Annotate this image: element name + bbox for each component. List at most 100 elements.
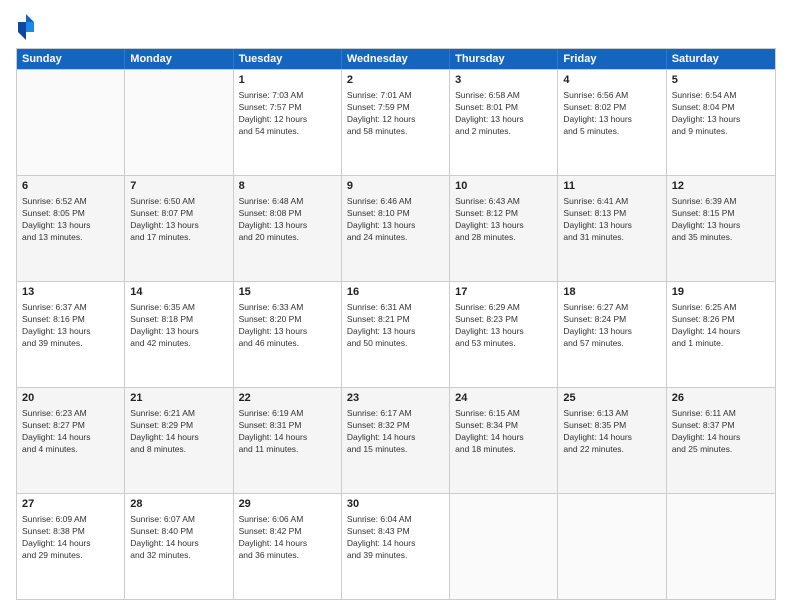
cal-cell: 11 Sunrise: 6:41 AM Sunset: 8:13 PM Dayli… xyxy=(558,176,666,281)
cal-cell: 27 Sunrise: 6:09 AM Sunset: 8:38 PM Dayli… xyxy=(17,494,125,599)
cal-cell: 22 Sunrise: 6:19 AM Sunset: 8:31 PM Dayli… xyxy=(234,388,342,493)
cell-day-number: 4 xyxy=(563,73,660,88)
cell-day-number: 13 xyxy=(22,285,119,300)
cal-cell: 10Sunrise: 6:43 AM Sunset: 8:12 PM Dayli… xyxy=(450,176,558,281)
cal-cell xyxy=(450,494,558,599)
cell-day-number: 27 xyxy=(22,497,119,512)
cal-cell: 30 Sunrise: 6:04 AM Sunset: 8:43 PM Dayli… xyxy=(342,494,450,599)
cell-day-number: 24 xyxy=(455,391,552,406)
cell-info: Sunrise: 6:31 AM Sunset: 8:21 PM Dayligh… xyxy=(347,302,444,350)
cell-day-number: 6 xyxy=(22,179,119,194)
cal-cell: 13 Sunrise: 6:37 AM Sunset: 8:16 PM Dayli… xyxy=(17,282,125,387)
cell-day-number: 20 xyxy=(22,391,119,406)
cal-cell: 4 Sunrise: 6:56 AM Sunset: 8:02 PM Daylig… xyxy=(558,70,666,175)
cell-day-number: 16 xyxy=(347,285,444,300)
cell-day-number: 11 xyxy=(563,179,660,194)
cell-day-number: 19 xyxy=(672,285,770,300)
logo-icon xyxy=(16,12,36,40)
header-day-monday: Monday xyxy=(125,49,233,69)
cell-info: Sunrise: 6:52 AM Sunset: 8:05 PM Dayligh… xyxy=(22,196,119,244)
cell-info: Sunrise: 6:21 AM Sunset: 8:29 PM Dayligh… xyxy=(130,408,227,456)
header-day-saturday: Saturday xyxy=(667,49,775,69)
cell-info: Sunrise: 6:43 AM Sunset: 8:12 PM Dayligh… xyxy=(455,196,552,244)
cell-info: Sunrise: 6:50 AM Sunset: 8:07 PM Dayligh… xyxy=(130,196,227,244)
cell-day-number: 5 xyxy=(672,73,770,88)
logo xyxy=(16,12,38,40)
cell-info: Sunrise: 6:56 AM Sunset: 8:02 PM Dayligh… xyxy=(563,90,660,138)
cell-day-number: 29 xyxy=(239,497,336,512)
cell-day-number: 30 xyxy=(347,497,444,512)
cal-cell: 21 Sunrise: 6:21 AM Sunset: 8:29 PM Dayli… xyxy=(125,388,233,493)
cal-cell: 3 Sunrise: 6:58 AM Sunset: 8:01 PM Daylig… xyxy=(450,70,558,175)
cell-info: Sunrise: 6:11 AM Sunset: 8:37 PM Dayligh… xyxy=(672,408,770,456)
cell-info: Sunrise: 7:03 AM Sunset: 7:57 PM Dayligh… xyxy=(239,90,336,138)
cal-cell: 24Sunrise: 6:15 AM Sunset: 8:34 PM Dayli… xyxy=(450,388,558,493)
calendar: SundayMondayTuesdayWednesdayThursdayFrid… xyxy=(16,48,776,600)
cal-cell: 14 Sunrise: 6:35 AM Sunset: 8:18 PM Dayli… xyxy=(125,282,233,387)
calendar-body: 1 Sunrise: 7:03 AM Sunset: 7:57 PM Daylig… xyxy=(17,69,775,599)
header-day-sunday: Sunday xyxy=(17,49,125,69)
cell-day-number: 22 xyxy=(239,391,336,406)
cal-cell: 28 Sunrise: 6:07 AM Sunset: 8:40 PM Dayli… xyxy=(125,494,233,599)
cell-info: Sunrise: 6:07 AM Sunset: 8:40 PM Dayligh… xyxy=(130,514,227,562)
cell-info: Sunrise: 6:17 AM Sunset: 8:32 PM Dayligh… xyxy=(347,408,444,456)
header-day-wednesday: Wednesday xyxy=(342,49,450,69)
cal-cell: 25 Sunrise: 6:13 AM Sunset: 8:35 PM Dayli… xyxy=(558,388,666,493)
cell-info: Sunrise: 6:35 AM Sunset: 8:18 PM Dayligh… xyxy=(130,302,227,350)
cal-cell: 12 Sunrise: 6:39 AM Sunset: 8:15 PM Dayli… xyxy=(667,176,775,281)
cal-cell: 15 Sunrise: 6:33 AM Sunset: 8:20 PM Dayli… xyxy=(234,282,342,387)
cell-day-number: 14 xyxy=(130,285,227,300)
cell-info: Sunrise: 6:37 AM Sunset: 8:16 PM Dayligh… xyxy=(22,302,119,350)
cell-info: Sunrise: 6:25 AM Sunset: 8:26 PM Dayligh… xyxy=(672,302,770,350)
cell-info: Sunrise: 6:54 AM Sunset: 8:04 PM Dayligh… xyxy=(672,90,770,138)
cell-day-number: 9 xyxy=(347,179,444,194)
calendar-header-row: SundayMondayTuesdayWednesdayThursdayFrid… xyxy=(17,49,775,69)
cell-info: Sunrise: 6:48 AM Sunset: 8:08 PM Dayligh… xyxy=(239,196,336,244)
cell-info: Sunrise: 6:04 AM Sunset: 8:43 PM Dayligh… xyxy=(347,514,444,562)
cal-cell: 23 Sunrise: 6:17 AM Sunset: 8:32 PM Dayli… xyxy=(342,388,450,493)
cell-day-number: 2 xyxy=(347,73,444,88)
cal-row-1: 6 Sunrise: 6:52 AM Sunset: 8:05 PM Daylig… xyxy=(17,175,775,281)
cell-day-number: 17 xyxy=(455,285,552,300)
cell-day-number: 1 xyxy=(239,73,336,88)
cal-cell: 26 Sunrise: 6:11 AM Sunset: 8:37 PM Dayli… xyxy=(667,388,775,493)
cal-row-2: 13 Sunrise: 6:37 AM Sunset: 8:16 PM Dayli… xyxy=(17,281,775,387)
cell-day-number: 12 xyxy=(672,179,770,194)
cal-cell: 18 Sunrise: 6:27 AM Sunset: 8:24 PM Dayli… xyxy=(558,282,666,387)
cell-info: Sunrise: 6:46 AM Sunset: 8:10 PM Dayligh… xyxy=(347,196,444,244)
cell-info: Sunrise: 6:41 AM Sunset: 8:13 PM Dayligh… xyxy=(563,196,660,244)
cell-info: Sunrise: 6:33 AM Sunset: 8:20 PM Dayligh… xyxy=(239,302,336,350)
cal-cell xyxy=(125,70,233,175)
cell-day-number: 26 xyxy=(672,391,770,406)
header-day-tuesday: Tuesday xyxy=(234,49,342,69)
cal-cell: 16 Sunrise: 6:31 AM Sunset: 8:21 PM Dayli… xyxy=(342,282,450,387)
cell-info: Sunrise: 6:13 AM Sunset: 8:35 PM Dayligh… xyxy=(563,408,660,456)
cal-cell: 17 Sunrise: 6:29 AM Sunset: 8:23 PM Dayli… xyxy=(450,282,558,387)
cal-row-0: 1 Sunrise: 7:03 AM Sunset: 7:57 PM Daylig… xyxy=(17,69,775,175)
cell-info: Sunrise: 6:27 AM Sunset: 8:24 PM Dayligh… xyxy=(563,302,660,350)
cal-cell: 20Sunrise: 6:23 AM Sunset: 8:27 PM Dayli… xyxy=(17,388,125,493)
cell-day-number: 7 xyxy=(130,179,227,194)
cell-day-number: 21 xyxy=(130,391,227,406)
cell-day-number: 23 xyxy=(347,391,444,406)
cell-day-number: 15 xyxy=(239,285,336,300)
page: SundayMondayTuesdayWednesdayThursdayFrid… xyxy=(0,0,792,612)
cell-info: Sunrise: 6:58 AM Sunset: 8:01 PM Dayligh… xyxy=(455,90,552,138)
cell-day-number: 3 xyxy=(455,73,552,88)
cell-day-number: 18 xyxy=(563,285,660,300)
cal-cell: 6 Sunrise: 6:52 AM Sunset: 8:05 PM Daylig… xyxy=(17,176,125,281)
cell-info: Sunrise: 6:39 AM Sunset: 8:15 PM Dayligh… xyxy=(672,196,770,244)
cal-cell: 19 Sunrise: 6:25 AM Sunset: 8:26 PM Dayli… xyxy=(667,282,775,387)
cell-info: Sunrise: 6:19 AM Sunset: 8:31 PM Dayligh… xyxy=(239,408,336,456)
cell-info: Sunrise: 7:01 AM Sunset: 7:59 PM Dayligh… xyxy=(347,90,444,138)
cell-day-number: 25 xyxy=(563,391,660,406)
cell-info: Sunrise: 6:09 AM Sunset: 8:38 PM Dayligh… xyxy=(22,514,119,562)
cal-cell xyxy=(17,70,125,175)
cell-day-number: 28 xyxy=(130,497,227,512)
header-day-friday: Friday xyxy=(558,49,666,69)
cal-cell: 5 Sunrise: 6:54 AM Sunset: 8:04 PM Daylig… xyxy=(667,70,775,175)
cal-row-3: 20Sunrise: 6:23 AM Sunset: 8:27 PM Dayli… xyxy=(17,387,775,493)
cal-cell xyxy=(558,494,666,599)
cal-row-4: 27 Sunrise: 6:09 AM Sunset: 8:38 PM Dayli… xyxy=(17,493,775,599)
cell-info: Sunrise: 6:29 AM Sunset: 8:23 PM Dayligh… xyxy=(455,302,552,350)
